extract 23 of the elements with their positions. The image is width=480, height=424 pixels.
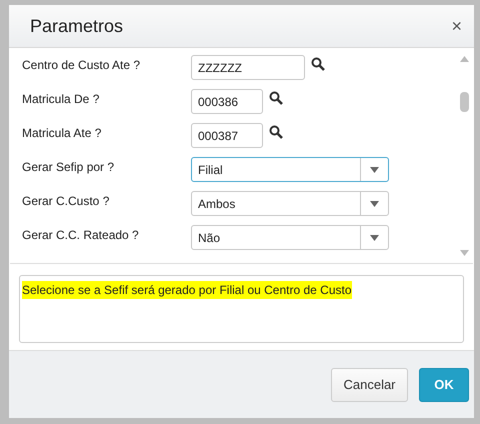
help-text: Selecione se a Sefif será gerado por Filial ou Centro de Custo — [22, 281, 352, 299]
text-field[interactable]: ZZZZZZ — [191, 55, 305, 80]
dropdown[interactable]: Filial — [191, 157, 389, 182]
field-label: Gerar C.Custo ? — [22, 193, 110, 208]
caret-icon — [370, 234, 379, 240]
dialog-title: Parametros — [30, 16, 124, 36]
field-label: Centro de Custo Ate ? — [22, 57, 142, 72]
cancel-button[interactable]: Cancelar — [331, 368, 408, 402]
dropdown[interactable]: Ambos — [191, 191, 389, 216]
field-label: Matricula De ? — [22, 91, 100, 106]
caret-icon — [370, 200, 379, 206]
field-label: Gerar C.C. Rateado ? — [22, 227, 140, 242]
search-icon[interactable] — [269, 125, 283, 139]
field-label: Gerar Sefip por ? — [22, 159, 116, 174]
text-field[interactable]: 000387 — [191, 123, 263, 148]
close-button[interactable]: × — [451, 16, 462, 36]
search-icon[interactable] — [269, 91, 283, 105]
dropdown[interactable]: Não — [191, 225, 389, 250]
scrollbar-thumb[interactable] — [460, 92, 469, 112]
text-field[interactable]: 000386 — [191, 89, 263, 114]
caret-icon — [370, 166, 379, 172]
search-icon[interactable] — [311, 57, 325, 71]
field-label: Matricula Ate ? — [22, 125, 102, 140]
